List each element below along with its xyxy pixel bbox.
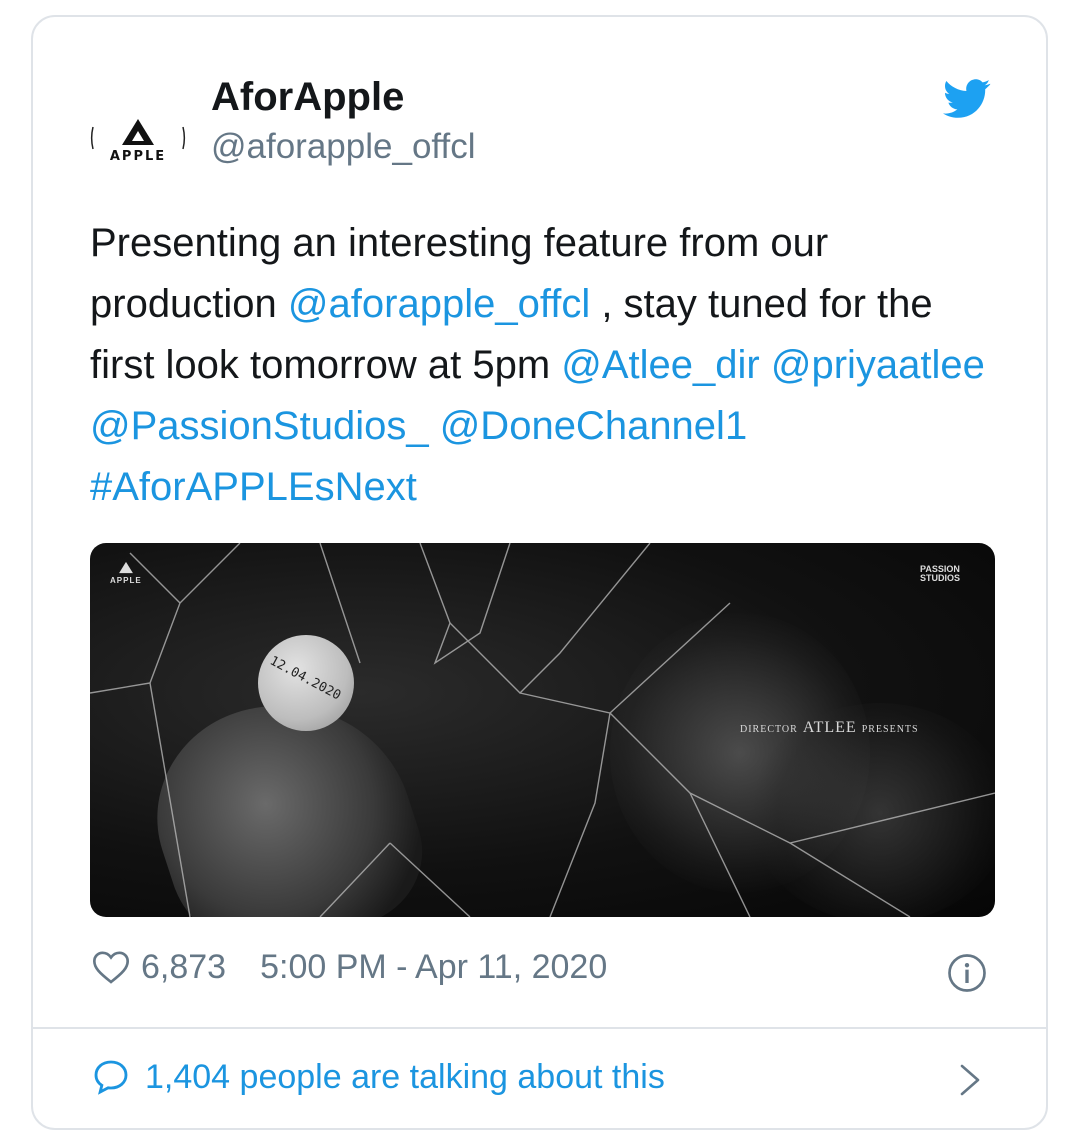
- tweet-text-segment: [429, 404, 440, 448]
- tweet-text-segment: [760, 343, 771, 387]
- conversation-text[interactable]: 1,404 people are talking about this: [145, 1058, 665, 1097]
- speech-bubble-icon: [94, 1060, 128, 1095]
- credit-prefix: DIRECTOR: [740, 724, 798, 735]
- author-name[interactable]: AforApple: [211, 75, 404, 120]
- mention-link[interactable]: @priyaatlee: [771, 343, 985, 387]
- tweet-stats: 6,873 5:00 PM - Apr 11, 2020: [91, 945, 607, 989]
- media-credit: DIRECTOR ATLEE PRESENTS: [740, 719, 919, 737]
- like-count[interactable]: 6,873: [141, 948, 226, 987]
- media-logo-right: PASSION STUDIOS: [920, 565, 960, 583]
- mention-link[interactable]: @Atlee_dir: [561, 343, 759, 387]
- mention-link[interactable]: @PassionStudios_: [90, 404, 429, 448]
- mention-link[interactable]: @aforapple_offcl: [288, 282, 590, 326]
- credit-name: ATLEE: [802, 719, 857, 736]
- a-logo-icon: [118, 561, 133, 574]
- tweet-card[interactable]: APPLE AforApple @aforapple_offcl Present…: [31, 15, 1048, 1130]
- chevron-right-icon[interactable]: [959, 1063, 981, 1097]
- tweet-media-image[interactable]: 12.04.2020 APPLE PASSION STUDIOS DIRECTO…: [90, 543, 995, 917]
- avatar[interactable]: APPLE: [87, 87, 189, 189]
- media-logo-left: APPLE: [110, 561, 142, 585]
- author-handle[interactable]: @aforapple_offcl: [211, 127, 476, 167]
- tweet-text: Presenting an interesting feature from o…: [90, 213, 990, 518]
- conversation-link[interactable]: 1,404 people are talking about this: [91, 1057, 665, 1097]
- hashtag-link[interactable]: #AforAPPLEsNext: [90, 465, 417, 509]
- mention-link[interactable]: @DoneChannel1: [440, 404, 747, 448]
- tweet-timestamp[interactable]: 5:00 PM - Apr 11, 2020: [260, 948, 607, 987]
- media-logo-right-line2: STUDIOS: [920, 573, 961, 583]
- heart-icon[interactable]: [91, 947, 131, 987]
- credit-suffix: PRESENTS: [861, 724, 919, 735]
- twitter-bird-icon[interactable]: [943, 79, 991, 119]
- media-logo-left-text: APPLE: [110, 576, 142, 585]
- divider: [33, 1027, 1046, 1029]
- info-icon[interactable]: [947, 953, 987, 993]
- avatar-ring: [90, 126, 186, 150]
